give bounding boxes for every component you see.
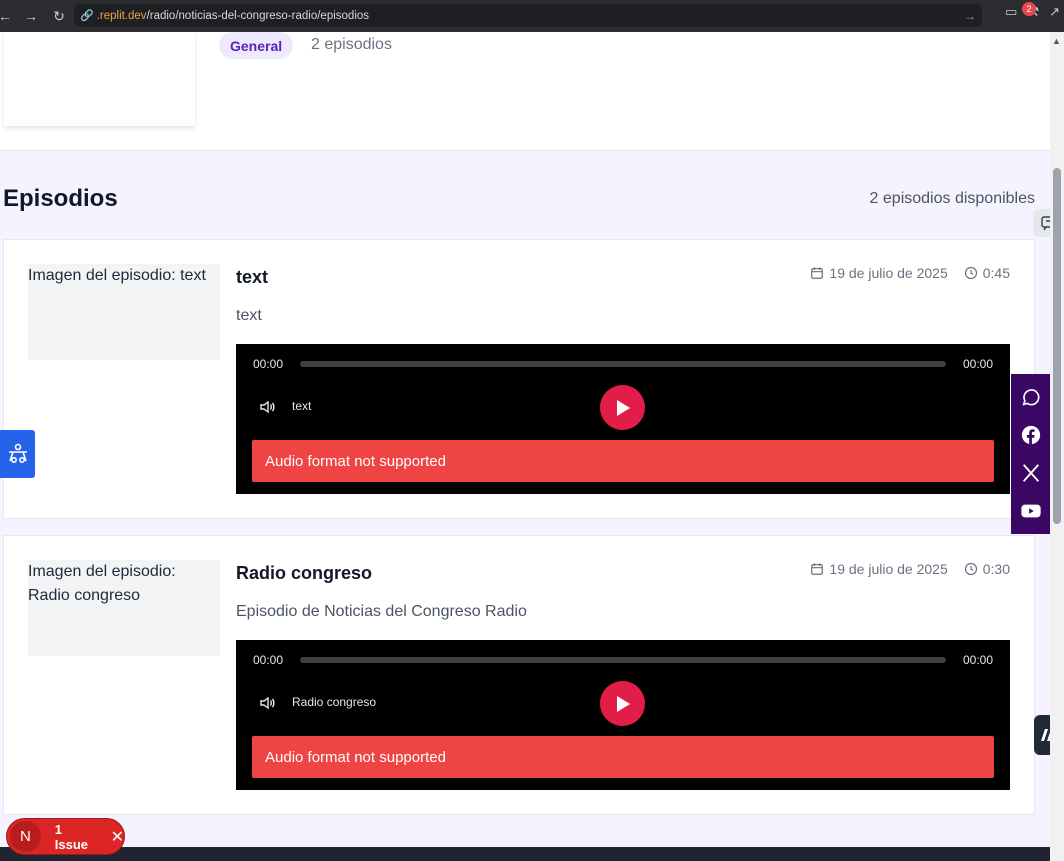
go-arrow-icon[interactable]: → [964, 9, 976, 23]
episode-duration: 0:30 [964, 561, 1010, 577]
whatsapp-icon[interactable] [1020, 386, 1042, 408]
track-name: text [292, 399, 312, 413]
progress-bar[interactable] [300, 657, 946, 663]
audio-error-message: Audio format not supported [252, 736, 994, 778]
close-icon[interactable]: ✕ [111, 827, 124, 847]
back-icon[interactable]: ← [0, 5, 16, 27]
episode-meta: 19 de julio de 2025 0:45 [810, 265, 1010, 281]
episode-duration: 0:45 [964, 265, 1010, 281]
radio-cover-image [4, 32, 195, 126]
episode-image: Imagen del episodio: Radio congreso [28, 560, 220, 656]
issue-indicator[interactable]: N 1 Issue ✕ [6, 818, 125, 855]
issue-label: 1 Issue [54, 821, 89, 852]
total-time: 00:00 [962, 653, 993, 667]
episode-date: 19 de julio de 2025 [810, 265, 948, 281]
episode-description: Episodio de Noticias del Congreso Radio [236, 603, 527, 620]
browser-toolbar: ← → ↻ 🔗 .replit.dev /radio/noticias-del-… [0, 0, 1064, 32]
episode-card: Imagen del episodio: text text 19 de jul… [3, 239, 1035, 519]
episode-count: 2 episodios [311, 36, 392, 53]
play-button[interactable] [600, 681, 645, 726]
page-scrollbar[interactable]: ▲ [1050, 32, 1064, 861]
play-icon [616, 399, 630, 416]
radio-header-card: General 2 episodios [0, 32, 1050, 151]
play-icon [616, 695, 630, 712]
calendar-icon [811, 563, 824, 575]
audio-player: 00:00 00:00 text Audio format not suppor… [236, 344, 1010, 494]
issue-avatar: N [10, 821, 41, 852]
address-bar[interactable]: 🔗 .replit.dev /radio/noticias-del-congre… [74, 4, 982, 27]
page-footer [0, 847, 1050, 861]
scroll-thumb[interactable] [1053, 168, 1061, 524]
episode-title: Radio congreso [236, 563, 373, 583]
calendar-icon [811, 267, 824, 279]
audio-error-message: Audio format not supported [252, 440, 994, 482]
social-sidebar [1011, 374, 1050, 534]
url-host: .replit.dev [96, 9, 147, 22]
volume-icon[interactable] [258, 398, 276, 416]
youtube-icon[interactable] [1020, 500, 1042, 522]
category-badge: General [219, 32, 294, 59]
episode-description: text [236, 307, 262, 324]
x-icon[interactable] [1020, 462, 1042, 484]
accessibility-button[interactable] [0, 430, 35, 478]
scroll-up-arrow-icon[interactable]: ▲ [1052, 36, 1061, 46]
notification-badge: 2 [1022, 2, 1036, 16]
section-title: Episodios [3, 185, 118, 212]
audio-player: 00:00 00:00 Radio congreso Audio format … [236, 640, 1010, 790]
episode-card: Imagen del episodio: Radio congreso Radi… [3, 535, 1035, 815]
play-button[interactable] [600, 385, 645, 430]
monitor-icon[interactable]: ▭ [1005, 4, 1017, 20]
forward-icon[interactable]: → [20, 5, 42, 27]
facebook-icon[interactable] [1020, 424, 1042, 446]
external-link-icon[interactable]: ↗ [1049, 4, 1060, 20]
current-time: 00:00 [253, 357, 284, 371]
available-count: 2 episodios disponibles [869, 190, 1035, 207]
total-time: 00:00 [962, 357, 993, 371]
link-icon: 🔗 [80, 10, 94, 22]
clock-icon [964, 562, 977, 576]
episode-meta: 19 de julio de 2025 0:30 [810, 561, 1010, 577]
url-path: /radio/noticias-del-congreso-radio/episo… [146, 9, 370, 22]
current-time: 00:00 [253, 653, 284, 667]
volume-icon[interactable] [258, 694, 276, 712]
episode-image: Imagen del episodio: text [28, 264, 220, 360]
reload-icon[interactable]: ↻ [48, 5, 70, 27]
track-name: Radio congreso [292, 695, 377, 709]
progress-bar[interactable] [300, 361, 946, 367]
episode-date: 19 de julio de 2025 [810, 561, 948, 577]
clock-icon [964, 266, 977, 280]
accessibility-icon [8, 443, 27, 464]
episode-title: text [236, 267, 269, 287]
